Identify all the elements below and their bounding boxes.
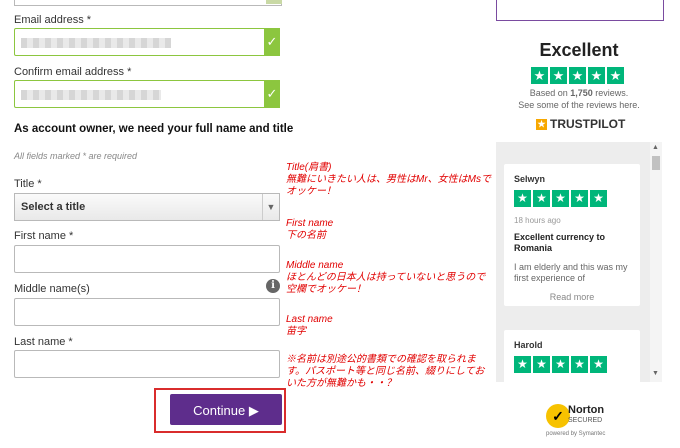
- star-icon: ★: [533, 190, 550, 207]
- email-input[interactable]: ✓: [14, 28, 280, 56]
- reviewer-name: Selwyn: [514, 174, 546, 184]
- scroll-up-icon[interactable]: ▲: [652, 144, 659, 151]
- annotation: す。パスポート等と同じ名前、綴りにしてお: [286, 366, 485, 377]
- info-icon[interactable]: i: [266, 279, 280, 293]
- star-icon: ★: [588, 67, 605, 84]
- first-name-input[interactable]: [14, 245, 280, 273]
- norton-brand: Norton: [568, 404, 605, 416]
- star-icon: ★: [550, 67, 567, 84]
- review-time: 18 hours ago: [514, 216, 561, 225]
- check-icon: ✓: [264, 80, 280, 108]
- norton-secured: SECURED: [568, 417, 603, 424]
- required-note: All fields marked * are required: [14, 151, 138, 161]
- review-count: 1,750: [570, 88, 593, 98]
- star-icon: ★: [552, 190, 569, 207]
- annotation: Title(肩書): [286, 162, 332, 173]
- reviews-scrollbar[interactable]: ▲ ▼: [650, 142, 662, 382]
- rating-word: Excellent: [539, 40, 619, 60]
- based-suffix: reviews.: [592, 88, 629, 98]
- annotation: オッケー！: [286, 186, 336, 197]
- blurred-email-value: [21, 38, 171, 48]
- first-name-label: First name *: [14, 230, 74, 242]
- star-icon: ★: [531, 67, 548, 84]
- read-more-link[interactable]: Read more: [504, 292, 640, 302]
- scrollbar-thumb[interactable]: [652, 156, 660, 170]
- sidebar-top-box: [496, 0, 664, 21]
- owner-heading: As account owner, we need your full name…: [14, 123, 294, 135]
- title-label: Title *: [14, 178, 42, 190]
- registration-form: ✓ Email address * ✓ Confirm email addres…: [0, 0, 296, 448]
- annotation: Middle name: [286, 260, 344, 271]
- title-select[interactable]: Select a title ▼: [14, 193, 280, 221]
- annotation: 下の名前: [286, 230, 326, 241]
- confirm-email-label: Confirm email address *: [14, 66, 132, 78]
- review-text: I am elderly and this was my first exper…: [514, 262, 628, 283]
- reviews-carousel[interactable]: Selwyn ★ ★ ★ ★ ★ 18 hours ago Excellent …: [496, 142, 662, 382]
- see-reviews-link[interactable]: See some of the reviews here.: [496, 100, 662, 110]
- reviewer-name: Harold: [514, 340, 543, 350]
- star-icon: ★: [533, 356, 550, 373]
- rating-stars: ★ ★ ★ ★ ★: [531, 67, 624, 84]
- annotation: いた方が無難かも・・？: [286, 378, 396, 389]
- review-stars: ★ ★ ★ ★ ★: [514, 356, 607, 373]
- last-name-label: Last name *: [14, 336, 73, 348]
- annotation: ※名前は別途公的書類での確認を取られま: [286, 354, 476, 365]
- annotation: 空欄でオッケー！: [286, 284, 366, 295]
- blurred-email-value: [21, 90, 161, 100]
- trustpilot-brand: TRUSTPILOT: [550, 117, 626, 131]
- star-icon: ★: [590, 356, 607, 373]
- based-on-text: Based on 1,750 reviews.: [496, 88, 662, 98]
- review-card[interactable]: Harold ★ ★ ★ ★ ★: [504, 330, 640, 382]
- star-icon: ★: [590, 190, 607, 207]
- scroll-down-icon[interactable]: ▼: [652, 370, 659, 377]
- middle-name-input[interactable]: [14, 298, 280, 326]
- star-icon: ★: [607, 67, 624, 84]
- annotation: Last name: [286, 314, 333, 325]
- confirm-email-input[interactable]: ✓: [14, 80, 280, 108]
- check-icon: ✓: [266, 0, 282, 4]
- review-title: Excellent currency to Romania: [514, 232, 606, 253]
- star-icon: ★: [514, 356, 531, 373]
- trustpilot-star-icon: ★: [536, 118, 547, 130]
- star-icon: ★: [569, 67, 586, 84]
- annotation: 無難にいきたい人は、男性はMr、女性はMsで: [286, 174, 491, 185]
- star-icon: ★: [571, 190, 588, 207]
- norton-check-icon: ✓: [546, 404, 570, 428]
- star-icon: ★: [514, 190, 531, 207]
- email-label: Email address *: [14, 14, 92, 26]
- norton-powered: powered by Symantec: [546, 431, 606, 437]
- star-icon: ★: [571, 356, 588, 373]
- annotation: First name: [286, 218, 334, 229]
- previous-field[interactable]: ✓: [14, 0, 282, 6]
- trust-sidebar: Excellent ★ ★ ★ ★ ★ Based on 1,750 revie…: [496, 0, 680, 448]
- review-card[interactable]: Selwyn ★ ★ ★ ★ ★ 18 hours ago Excellent …: [504, 164, 640, 306]
- middle-name-label: Middle name(s): [14, 283, 90, 295]
- star-icon: ★: [552, 356, 569, 373]
- trustpilot-logo[interactable]: ★ TRUSTPILOT: [536, 117, 625, 131]
- check-icon: ✓: [264, 28, 280, 56]
- annotation: 苗字: [286, 326, 306, 337]
- last-name-input[interactable]: [14, 350, 280, 378]
- dropdown-arrow-icon: ▼: [262, 194, 279, 220]
- review-stars: ★ ★ ★ ★ ★: [514, 190, 607, 207]
- based-prefix: Based on: [529, 88, 571, 98]
- annotation: ほとんどの日本人は持っていないと思うので: [286, 272, 486, 283]
- title-selected-value: Select a title: [21, 201, 86, 213]
- continue-button[interactable]: Continue ▶: [170, 394, 282, 425]
